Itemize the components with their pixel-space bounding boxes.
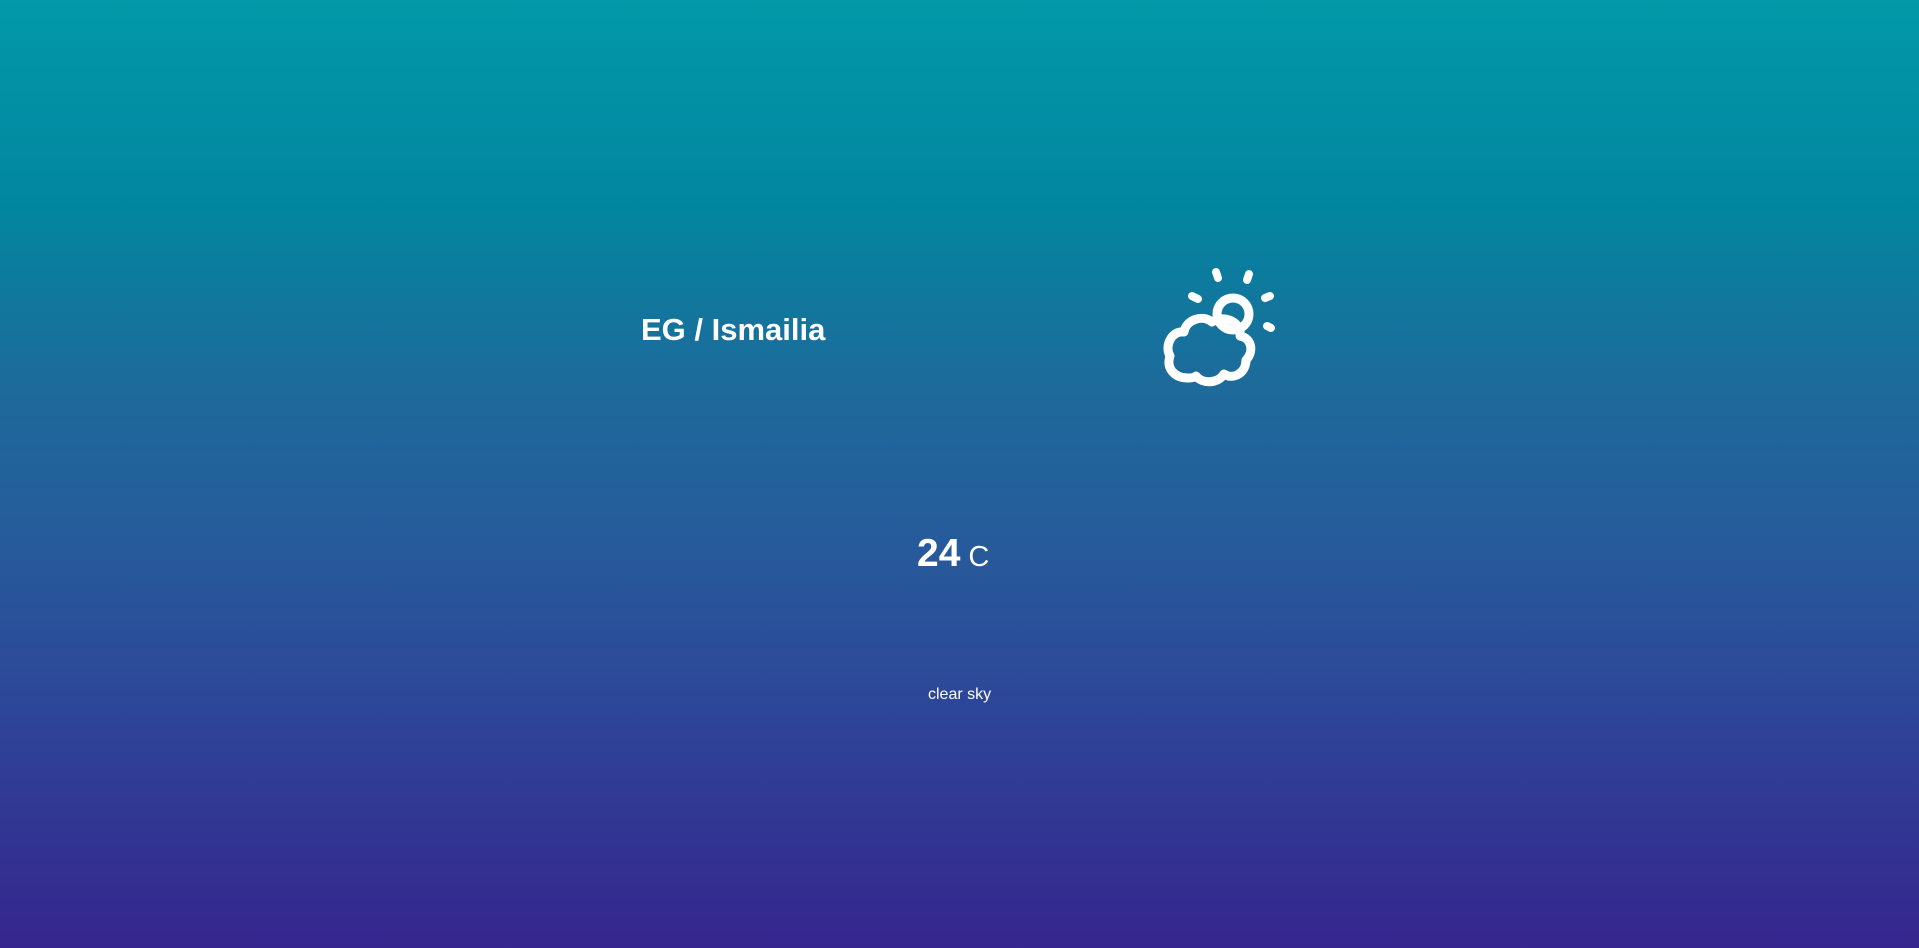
- temperature-display: 24 C: [917, 530, 989, 586]
- location-title: EG / Ismailia: [641, 312, 826, 347]
- temperature-value: 24: [917, 532, 961, 575]
- temperature-unit: C: [968, 541, 990, 573]
- partly-cloudy-icon: [1150, 264, 1282, 390]
- background-gradient: [0, 0, 1919, 948]
- weather-description: clear sky: [928, 686, 992, 703]
